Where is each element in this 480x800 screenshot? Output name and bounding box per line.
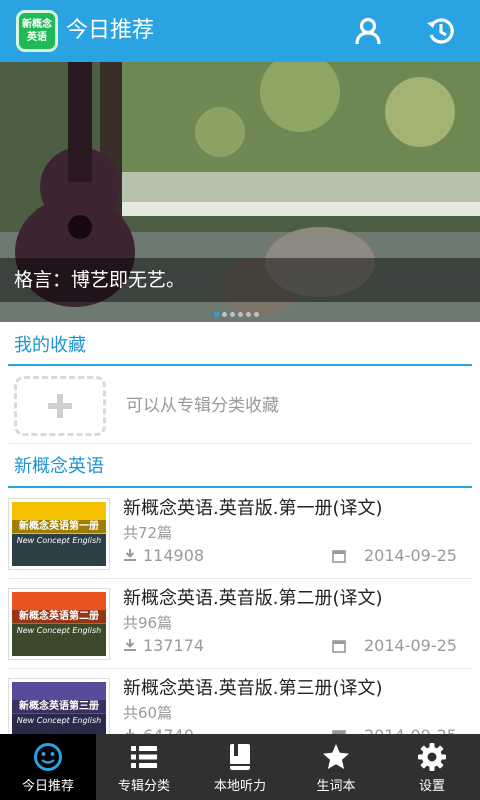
- gear-icon: [418, 743, 446, 771]
- pager-dot[interactable]: [254, 312, 259, 317]
- logo-line-2: 英语: [27, 32, 47, 43]
- pager-dot[interactable]: [214, 312, 219, 317]
- download-icon: [124, 639, 136, 651]
- album-row[interactable]: 新概念英语第一册 New Concept English 新概念英语.英音版.第…: [0, 490, 480, 580]
- albums-section-divider: [8, 486, 472, 488]
- album-row[interactable]: 新概念英语第二册 New Concept English 新概念英语.英音版.第…: [0, 580, 480, 670]
- nav-label: 本地听力: [213, 779, 266, 794]
- album-date: 2014-09-25: [364, 636, 457, 655]
- banner-caption: 格言：博艺即无艺。: [14, 269, 186, 291]
- nav-label: 专辑分类: [117, 779, 170, 794]
- add-favorite-button[interactable]: [14, 376, 106, 436]
- plus-icon-vertical: [57, 394, 63, 418]
- nav-item-categories[interactable]: 专辑分类: [96, 734, 192, 800]
- album-cover: 新概念英语第一册 New Concept English: [8, 498, 110, 570]
- albums-section-title: 新概念英语: [14, 456, 104, 477]
- download-icon: [124, 549, 136, 561]
- cover-subtitle: New Concept English: [16, 536, 102, 545]
- bottom-navigation: 今日推荐 专辑分类 本地听力 生词本 设置: [0, 734, 480, 800]
- calendar-icon: [332, 550, 346, 563]
- cover-title: 新概念英语第三册: [12, 700, 106, 713]
- row-divider: [8, 578, 472, 579]
- nav-label: 生词本: [316, 779, 356, 794]
- nav-item-settings[interactable]: 设置: [384, 734, 480, 800]
- album-lesson-count: 共72篇: [123, 524, 173, 542]
- list-icon: [131, 746, 157, 768]
- pager-dot[interactable]: [246, 312, 251, 317]
- page-title: 今日推荐: [66, 18, 155, 43]
- album-lesson-count: 共60篇: [123, 704, 173, 722]
- pager-dot[interactable]: [230, 312, 235, 317]
- album-download-count: 114908: [143, 546, 205, 565]
- app-logo: 新概念 英语: [16, 10, 58, 52]
- nav-label: 今日推荐: [21, 779, 74, 794]
- user-icon[interactable]: [352, 15, 384, 47]
- nav-item-local-listening[interactable]: 本地听力: [192, 734, 288, 800]
- nav-label: 设置: [418, 779, 445, 794]
- cover-title: 新概念英语第二册: [12, 610, 106, 623]
- nav-item-today[interactable]: 今日推荐: [0, 734, 96, 800]
- album-title: 新概念英语.英音版.第二册(译文): [123, 588, 383, 609]
- top-app-bar: 新概念 英语 今日推荐: [0, 0, 480, 62]
- cover-subtitle: New Concept English: [16, 716, 102, 725]
- pager-dot[interactable]: [222, 312, 227, 317]
- album-title: 新概念英语.英音版.第一册(译文): [123, 498, 383, 519]
- calendar-icon: [332, 640, 346, 653]
- favorites-section-title: 我的收藏: [14, 335, 86, 356]
- book-icon: [230, 744, 250, 770]
- album-lesson-count: 共96篇: [123, 614, 173, 632]
- album-date: 2014-09-25: [364, 546, 457, 565]
- album-download-count: 137174: [143, 636, 205, 655]
- star-icon: [323, 744, 349, 769]
- smiley-icon: [34, 743, 62, 771]
- cover-subtitle: New Concept English: [16, 626, 102, 635]
- album-cover: 新概念英语第二册 New Concept English: [8, 588, 110, 660]
- banner-pager-dots: [214, 312, 259, 317]
- cover-title: 新概念英语第一册: [12, 520, 106, 533]
- history-icon[interactable]: [425, 15, 457, 47]
- nav-item-vocabulary[interactable]: 生词本: [288, 734, 384, 800]
- favorites-empty-hint: 可以从专辑分类收藏: [126, 396, 279, 416]
- album-title: 新概念英语.英音版.第三册(译文): [123, 678, 383, 699]
- row-divider: [8, 668, 472, 669]
- logo-line-1: 新概念: [22, 19, 52, 30]
- section-divider: [8, 443, 472, 444]
- favorites-section-divider: [8, 364, 472, 366]
- pager-dot[interactable]: [238, 312, 243, 317]
